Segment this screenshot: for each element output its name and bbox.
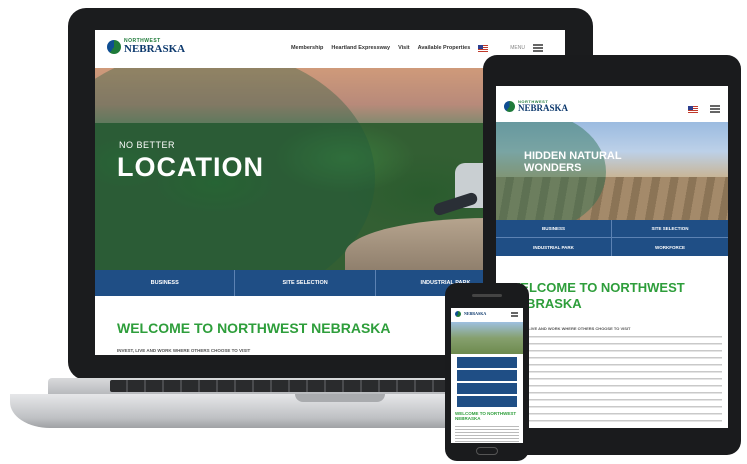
logo-mark-icon — [455, 311, 461, 317]
menu-label[interactable]: MENU — [510, 45, 525, 51]
hero-title: LOCATION — [117, 152, 264, 182]
phone-home-button[interactable] — [476, 447, 498, 455]
logo-big-text: NEBRASKA — [124, 43, 186, 55]
tab-business[interactable]: BUSINESS — [496, 220, 612, 238]
nav-available-properties[interactable]: Available Properties — [418, 45, 471, 51]
tablet-logo[interactable]: NORTHWEST NEBRASKA — [504, 100, 568, 113]
nav-visit[interactable]: Visit — [398, 45, 410, 51]
welcome-heading: WELCOME TO NORTHWEST NEBRASKA — [117, 320, 391, 336]
phone-screen: NEBRASKA WELCOME TO NORTHWEST NEBRASKA — [451, 308, 523, 443]
tablet-welcome-heading: WELCOME TO NORTHWEST NEBRASKA — [508, 280, 685, 312]
tablet-screen: NORTHWEST NEBRASKA HIDDEN NATURAL WONDER… — [496, 86, 728, 428]
phone-hero-banner — [451, 322, 523, 354]
tablet-body-text — [512, 336, 722, 426]
tablet-quick-links: BUSINESS SITE SELECTION INDUSTRIAL PARK … — [496, 220, 728, 256]
tab-workforce[interactable]: WORKFORCE — [612, 238, 728, 256]
us-flag-icon[interactable] — [688, 106, 698, 113]
tab-site-selection[interactable]: SITE SELECTION — [235, 270, 376, 296]
tablet-hero-line2: WONDERS — [524, 162, 582, 175]
welcome-subline: INVEST, LIVE AND WORK WHERE OTHERS CHOOS… — [117, 348, 251, 353]
logo-mark-icon — [107, 40, 121, 54]
tablet-hero-banner: HIDDEN NATURAL WONDERS — [496, 122, 728, 220]
hero-kicker: NO BETTER — [119, 140, 176, 150]
hamburger-icon[interactable] — [533, 44, 543, 52]
phone-tab-1[interactable] — [457, 357, 517, 368]
phone-welcome-heading: WELCOME TO NORTHWEST NEBRASKA — [455, 411, 517, 421]
tab-site-selection[interactable]: SITE SELECTION — [612, 220, 728, 238]
tab-business[interactable]: BUSINESS — [95, 270, 236, 296]
phone-tab-4[interactable] — [457, 396, 517, 407]
hamburger-icon[interactable] — [710, 105, 720, 113]
tab-industrial-park[interactable]: INDUSTRIAL PARK — [496, 238, 612, 256]
phone-logo[interactable]: NEBRASKA — [455, 311, 486, 317]
site-logo[interactable]: NORTHWEST NEBRASKA — [107, 39, 185, 55]
logo-mark-icon — [504, 101, 515, 112]
tablet-hero-line1: HIDDEN NATURAL — [524, 150, 622, 162]
nav-heartland-expressway[interactable]: Heartland Expressway — [331, 45, 390, 51]
tablet-welcome-subline: INVEST, LIVE AND WORK WHERE OTHERS CHOOS… — [512, 326, 631, 331]
main-nav: Membership Heartland Expressway Visit Av… — [291, 44, 543, 52]
phone-tab-2[interactable] — [457, 370, 517, 381]
hamburger-icon[interactable] — [511, 312, 518, 317]
nav-membership[interactable]: Membership — [291, 45, 323, 51]
us-flag-icon[interactable] — [478, 44, 489, 52]
phone-tab-3[interactable] — [457, 383, 517, 394]
